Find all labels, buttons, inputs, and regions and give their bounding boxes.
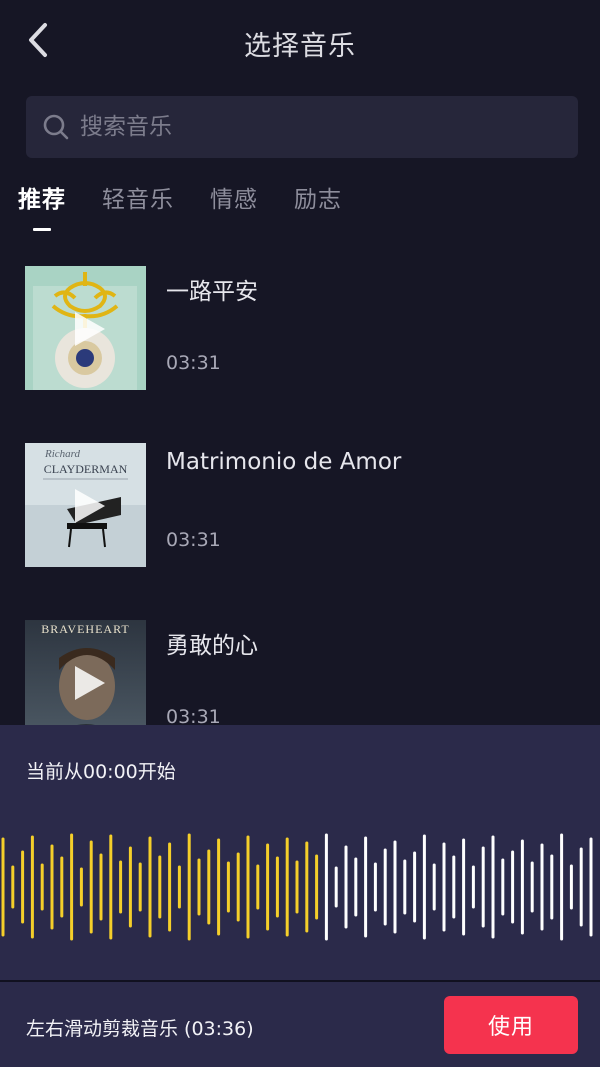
trim-hint-text: 左右滑动剪裁音乐 (03:36) [26, 1018, 254, 1040]
song-item[interactable]: 一路平安 03:31 [25, 266, 585, 390]
tab-light-music[interactable]: 轻音乐 [102, 180, 174, 236]
header: 选择音乐 [0, 0, 600, 86]
divider [0, 980, 600, 982]
svg-text:Richard: Richard [44, 448, 81, 460]
cover-text: BRAVEHEART [41, 622, 129, 636]
category-tabs: 推荐 轻音乐 情感 励志 [18, 180, 378, 236]
song-item[interactable]: Richard CLAYDERMAN Matrimonio de Amor 03… [25, 443, 585, 567]
song-title: Matrimonio de Amor [166, 449, 402, 475]
play-icon [75, 312, 105, 346]
song-title: 勇敢的心 [166, 633, 258, 659]
tab-inspirational[interactable]: 励志 [294, 180, 342, 236]
song-title: 一路平安 [166, 279, 258, 305]
waveform-slider[interactable] [0, 822, 600, 952]
search-bar[interactable] [26, 96, 578, 158]
song-duration: 03:31 [166, 529, 221, 551]
tab-emotion[interactable]: 情感 [210, 180, 258, 236]
search-icon [43, 114, 69, 140]
page-title: 选择音乐 [244, 31, 356, 62]
album-cover [25, 266, 146, 390]
tab-recommended[interactable]: 推荐 [18, 180, 66, 236]
play-icon [75, 666, 105, 700]
trim-panel: 当前从00:00开始 左右滑动剪裁音乐 (03:36) 使用 [0, 725, 600, 1067]
start-time-text: 当前从00:00开始 [26, 761, 176, 783]
play-icon [75, 489, 105, 523]
use-button[interactable]: 使用 [444, 996, 578, 1054]
search-input[interactable] [80, 114, 560, 140]
cover-text: CLAYDERMAN [44, 462, 128, 476]
album-cover: Richard CLAYDERMAN [25, 443, 146, 567]
song-duration: 03:31 [166, 352, 221, 374]
